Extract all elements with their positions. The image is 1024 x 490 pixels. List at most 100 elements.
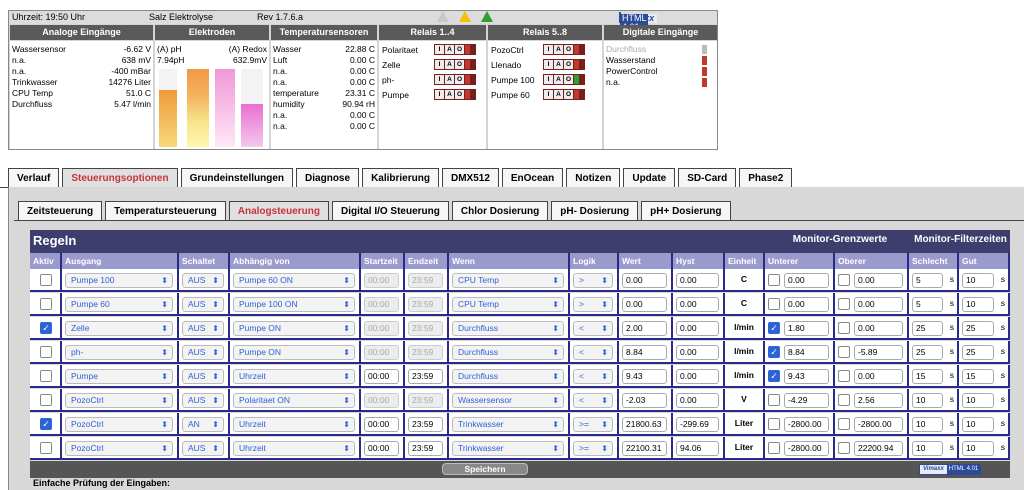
tab-diagnose[interactable]: Diagnose	[296, 168, 360, 188]
relay-i-button[interactable]: I	[435, 60, 444, 69]
relay-o-button[interactable]: O	[455, 75, 464, 84]
relay-o-button[interactable]: O	[455, 90, 464, 99]
relay-a-button[interactable]: A	[554, 75, 563, 84]
lower-limit-checkbox[interactable]: ✓	[768, 346, 780, 358]
hysteresis-input[interactable]: 0.00	[676, 345, 719, 360]
upper-limit-checkbox[interactable]	[838, 346, 850, 358]
relay-o-button[interactable]: O	[564, 60, 573, 69]
value-input[interactable]: -2.03	[622, 393, 667, 408]
tab-steuerungsoptionen[interactable]: Steuerungsoptionen	[62, 168, 178, 188]
value-input[interactable]: 21800.63	[622, 417, 667, 432]
hysteresis-input[interactable]: 0.00	[676, 321, 719, 336]
lower-limit-checkbox[interactable]: ✓	[768, 370, 780, 382]
relay-a-button[interactable]: A	[445, 75, 454, 84]
logic-select[interactable]: < ⬍	[573, 369, 613, 384]
start-time-input[interactable]: 00:00	[364, 441, 399, 456]
depends-on-select[interactable]: Uhrzeit ⬍	[233, 369, 355, 384]
bad-filter-input[interactable]: 5	[912, 273, 943, 288]
active-checkbox[interactable]	[40, 394, 52, 406]
upper-limit-input[interactable]: 2.56	[854, 393, 903, 408]
tab-phase2[interactable]: Phase2	[739, 168, 793, 188]
lower-limit-checkbox[interactable]	[768, 274, 780, 286]
depends-on-select[interactable]: Uhrzeit ⬍	[233, 417, 355, 432]
end-time-input[interactable]: 23:59	[408, 417, 443, 432]
tab-grundeinstellungen[interactable]: Grundeinstellungen	[180, 168, 294, 188]
good-filter-input[interactable]: 10	[962, 273, 994, 288]
relay-o-button[interactable]: O	[455, 60, 464, 69]
active-checkbox[interactable]	[40, 346, 52, 358]
good-filter-input[interactable]: 25	[962, 345, 994, 360]
good-filter-input[interactable]: 10	[962, 393, 994, 408]
good-filter-input[interactable]: 25	[962, 321, 994, 336]
logic-select[interactable]: >= ⬍	[573, 441, 613, 456]
relay-o-button[interactable]: O	[455, 45, 464, 54]
condition-select[interactable]: Trinkwasser ⬍	[452, 417, 564, 432]
condition-select[interactable]: Durchfluss ⬍	[452, 345, 564, 360]
bad-filter-input[interactable]: 10	[912, 393, 943, 408]
condition-select[interactable]: Trinkwasser ⬍	[452, 441, 564, 456]
output-select[interactable]: PozoCtrl ⬍	[65, 393, 173, 408]
bad-filter-input[interactable]: 5	[912, 297, 943, 312]
switch-select[interactable]: AUS ⬍	[182, 345, 224, 360]
depends-on-select[interactable]: Uhrzeit ⬍	[233, 441, 355, 456]
good-filter-input[interactable]: 10	[962, 297, 994, 312]
relay-i-button[interactable]: I	[544, 60, 553, 69]
end-time-input[interactable]: 23:59	[408, 441, 443, 456]
lower-limit-input[interactable]: 8.84	[784, 345, 829, 360]
switch-select[interactable]: AUS ⬍	[182, 369, 224, 384]
subtab-temperatursteuerung[interactable]: Temperatursteuerung	[105, 201, 226, 221]
hysteresis-input[interactable]: 0.00	[676, 369, 719, 384]
condition-select[interactable]: Wassersensor ⬍	[452, 393, 564, 408]
switch-select[interactable]: AN ⬍	[182, 417, 224, 432]
lower-limit-input[interactable]: 9.43	[784, 369, 829, 384]
output-select[interactable]: PozoCtrl ⬍	[65, 441, 173, 456]
output-select[interactable]: PozoCtrl ⬍	[65, 417, 173, 432]
relay-o-button[interactable]: O	[564, 45, 573, 54]
tab-dmx512[interactable]: DMX512	[441, 168, 499, 188]
relay-a-button[interactable]: A	[554, 45, 563, 54]
lower-limit-input[interactable]: -4.29	[784, 393, 829, 408]
active-checkbox[interactable]	[40, 274, 52, 286]
output-select[interactable]: ph- ⬍	[65, 345, 173, 360]
upper-limit-checkbox[interactable]	[838, 370, 850, 382]
good-filter-input[interactable]: 10	[962, 417, 994, 432]
relay-a-button[interactable]: A	[445, 60, 454, 69]
upper-limit-checkbox[interactable]	[838, 322, 850, 334]
lower-limit-checkbox[interactable]	[768, 298, 780, 310]
upper-limit-input[interactable]: -5.89	[854, 345, 903, 360]
bad-filter-input[interactable]: 15	[912, 369, 943, 384]
upper-limit-checkbox[interactable]	[838, 442, 850, 454]
relay-o-button[interactable]: O	[564, 90, 573, 99]
value-input[interactable]: 0.00	[622, 273, 667, 288]
upper-limit-checkbox[interactable]	[838, 298, 850, 310]
value-input[interactable]: 2.00	[622, 321, 667, 336]
relay-a-button[interactable]: A	[445, 45, 454, 54]
subtab-analogsteuerung[interactable]: Analogsteuerung	[228, 201, 329, 221]
start-time-input[interactable]: 00:00	[364, 369, 399, 384]
value-input[interactable]: 8.84	[622, 345, 667, 360]
active-checkbox[interactable]: ✓	[40, 322, 52, 334]
relay-i-button[interactable]: I	[435, 75, 444, 84]
logic-select[interactable]: < ⬍	[573, 393, 613, 408]
subtab-ph-dosierung[interactable]: pH+ Dosierung	[641, 201, 731, 221]
switch-select[interactable]: AUS ⬍	[182, 441, 224, 456]
hysteresis-input[interactable]: -299.69	[676, 417, 719, 432]
lower-limit-checkbox[interactable]	[768, 442, 780, 454]
upper-limit-input[interactable]: 0.00	[854, 321, 903, 336]
good-filter-input[interactable]: 15	[962, 369, 994, 384]
condition-select[interactable]: CPU Temp ⬍	[452, 297, 564, 312]
subtab-chlor-dosierung[interactable]: Chlor Dosierung	[451, 201, 549, 221]
depends-on-select[interactable]: Pumpe ON ⬍	[233, 345, 355, 360]
switch-select[interactable]: AUS ⬍	[182, 297, 224, 312]
tab-sd-card[interactable]: SD-Card	[678, 168, 737, 188]
start-time-input[interactable]: 00:00	[364, 417, 399, 432]
active-checkbox[interactable]	[40, 298, 52, 310]
bad-filter-input[interactable]: 25	[912, 321, 943, 336]
lower-limit-checkbox[interactable]	[768, 418, 780, 430]
value-input[interactable]: 22100.31	[622, 441, 667, 456]
logic-select[interactable]: >= ⬍	[573, 417, 613, 432]
subtab-ph-dosierung[interactable]: pH- Dosierung	[551, 201, 639, 221]
condition-select[interactable]: Durchfluss ⬍	[452, 321, 564, 336]
depends-on-select[interactable]: Pumpe ON ⬍	[233, 321, 355, 336]
logic-select[interactable]: < ⬍	[573, 345, 613, 360]
